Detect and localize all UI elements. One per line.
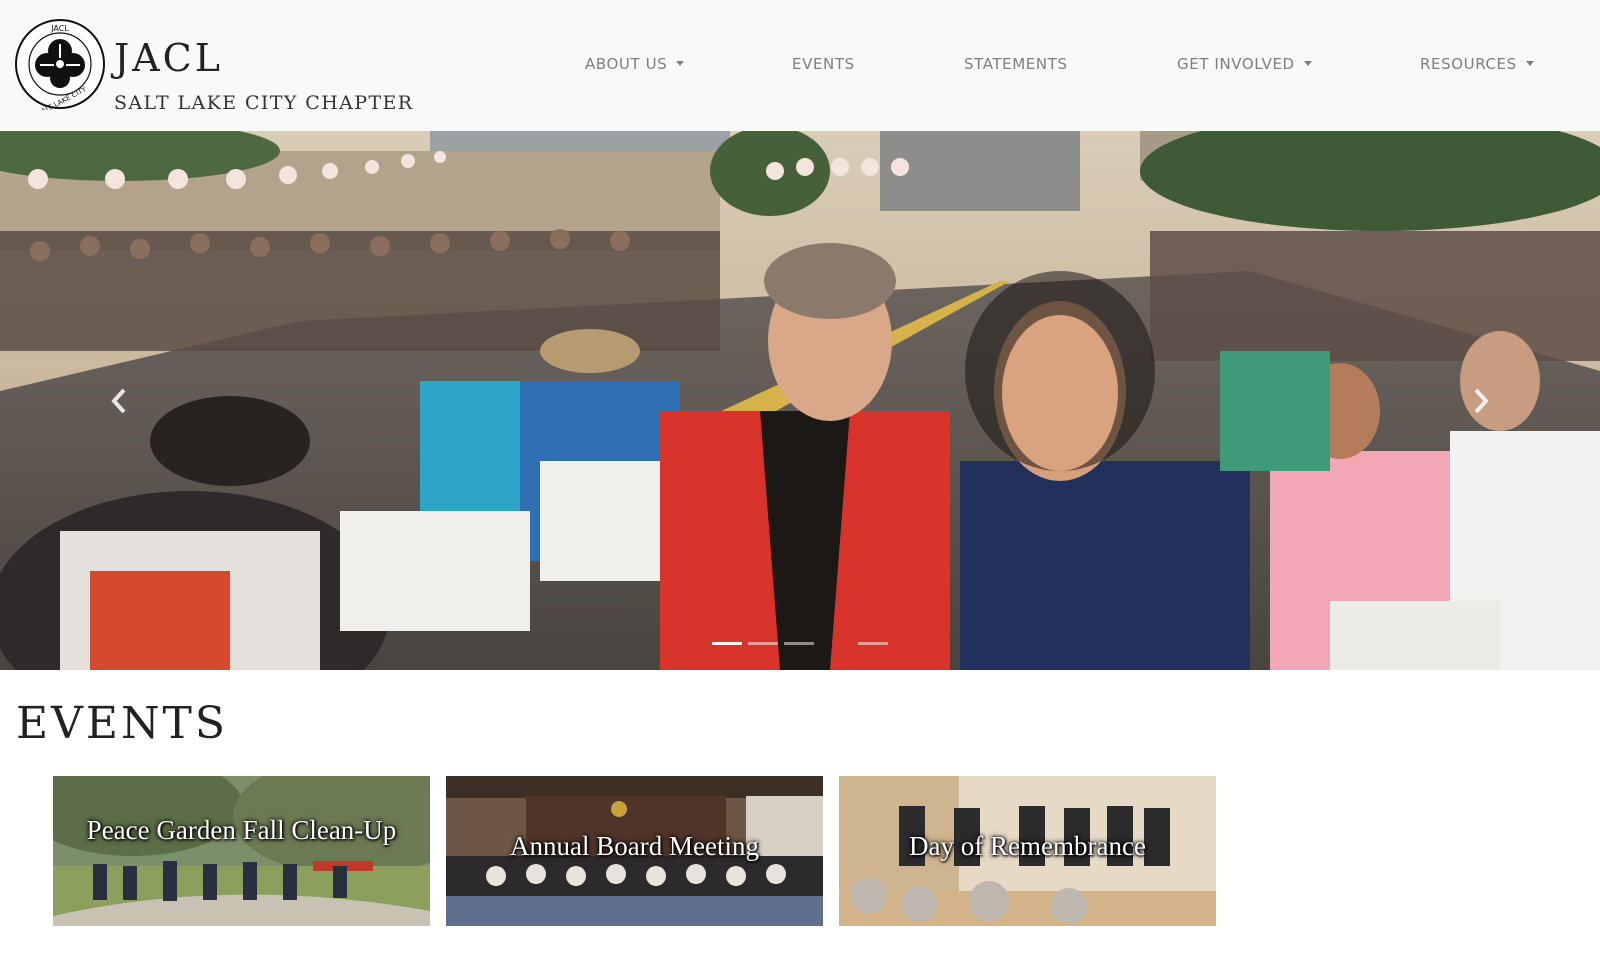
caret-down-icon — [1303, 61, 1312, 66]
event-card-day-of-remembrance[interactable]: Day of Remembrance — [839, 776, 1216, 926]
caret-down-icon — [1525, 61, 1534, 66]
caret-down-icon — [676, 61, 685, 66]
nav-about-us-label: ABOUT US — [585, 55, 668, 73]
nav-resources-dropdown[interactable]: RESOURCES — [1420, 55, 1534, 73]
logo-text-top: JACL — [50, 24, 69, 33]
carousel-next-button[interactable] — [1360, 131, 1600, 670]
event-card-annual-board-meeting[interactable]: Annual Board Meeting — [446, 776, 823, 926]
event-card-image — [53, 776, 430, 926]
nav-resources-label: RESOURCES — [1420, 55, 1517, 73]
event-card-title: Peace Garden Fall Clean-Up — [86, 815, 397, 845]
event-card-title: Annual Board Meeting — [510, 831, 759, 861]
event-card-peace-garden[interactable]: Peace Garden Fall Clean-Up — [53, 776, 430, 926]
jacl-logo: JACL SALT LAKE CITY — [15, 19, 105, 110]
carousel-indicator-1[interactable] — [712, 642, 742, 645]
brand-subtitle: SALT LAKE CITY CHAPTER — [114, 92, 414, 114]
nav-statements-link[interactable]: STATEMENTS — [964, 55, 1068, 73]
nav-statements-label: STATEMENTS — [964, 55, 1068, 73]
chevron-left-icon — [111, 388, 126, 414]
carousel-indicators — [712, 640, 888, 650]
chevron-right-icon — [1474, 388, 1489, 414]
nav-events-link[interactable]: EVENTS — [792, 55, 855, 73]
carousel-prev-button[interactable] — [0, 131, 240, 670]
event-card-title: Day of Remembrance — [909, 831, 1146, 861]
carousel-indicator-2[interactable] — [748, 642, 778, 645]
carousel-indicator-4[interactable] — [858, 642, 888, 645]
brand-name: JACL — [114, 36, 223, 80]
hero-carousel — [0, 131, 1600, 670]
carousel-indicator-3[interactable] — [784, 642, 814, 645]
navbar: JACL SALT LAKE CITY JACL SALT LAKE CITY … — [0, 0, 1600, 131]
events-heading: EVENTS — [16, 698, 229, 749]
nav-get-involved-label: GET INVOLVED — [1177, 55, 1295, 73]
nav-about-us-dropdown[interactable]: ABOUT US — [585, 55, 685, 73]
nav-events-label: EVENTS — [792, 55, 855, 73]
nav-get-involved-dropdown[interactable]: GET INVOLVED — [1177, 55, 1312, 73]
